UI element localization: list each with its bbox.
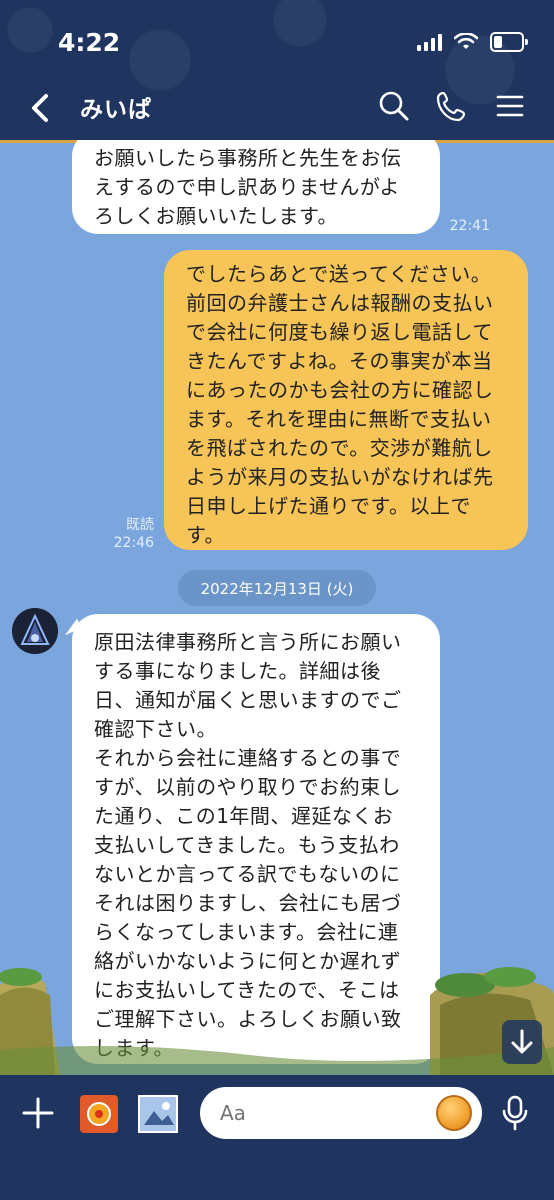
scroll-to-bottom-button[interactable] bbox=[502, 1020, 542, 1064]
chat-header: 4:22 みいぱ bbox=[0, 0, 554, 143]
chat-title: みいぱ bbox=[80, 97, 152, 123]
menu-icon[interactable] bbox=[492, 88, 528, 124]
date-separator: 2022年12月13日 (火) bbox=[178, 570, 376, 606]
status-icons bbox=[417, 32, 528, 52]
avatar[interactable] bbox=[12, 608, 58, 654]
emoji-sticker-icon[interactable] bbox=[436, 1095, 472, 1131]
message-time: 22:46 bbox=[113, 535, 154, 551]
status-time: 4:22 bbox=[58, 28, 121, 57]
phone-icon[interactable] bbox=[434, 88, 470, 124]
background-landscape bbox=[0, 967, 554, 1075]
arrow-down-icon bbox=[511, 1029, 533, 1054]
input-bar bbox=[0, 1075, 554, 1200]
battery-icon bbox=[490, 32, 528, 52]
cellular-signal-icon bbox=[417, 33, 442, 51]
camera-icon[interactable] bbox=[80, 1095, 118, 1133]
message-time: 22:41 bbox=[449, 218, 490, 234]
plus-icon[interactable] bbox=[20, 1095, 56, 1131]
wifi-icon bbox=[454, 33, 478, 49]
search-icon[interactable] bbox=[376, 88, 412, 124]
back-chevron-icon[interactable] bbox=[22, 88, 62, 128]
read-receipt: 既読 bbox=[126, 517, 154, 533]
avatar-image bbox=[12, 608, 58, 654]
chat-area[interactable]: お願いしたら事務所と先生をお伝 えするので申し訳ありませんがよ ろしくお願いいた… bbox=[0, 140, 554, 1075]
microphone-icon[interactable] bbox=[500, 1095, 530, 1131]
photo-icon[interactable] bbox=[138, 1095, 178, 1133]
outgoing-message-bubble[interactable]: でしたらあとで送ってください。 前回の弁護士さんは報酬の支払い で会社に何度も繰… bbox=[164, 250, 528, 550]
incoming-message-bubble[interactable]: お願いしたら事務所と先生をお伝 えするので申し訳ありませんがよ ろしくお願いいた… bbox=[72, 140, 440, 234]
